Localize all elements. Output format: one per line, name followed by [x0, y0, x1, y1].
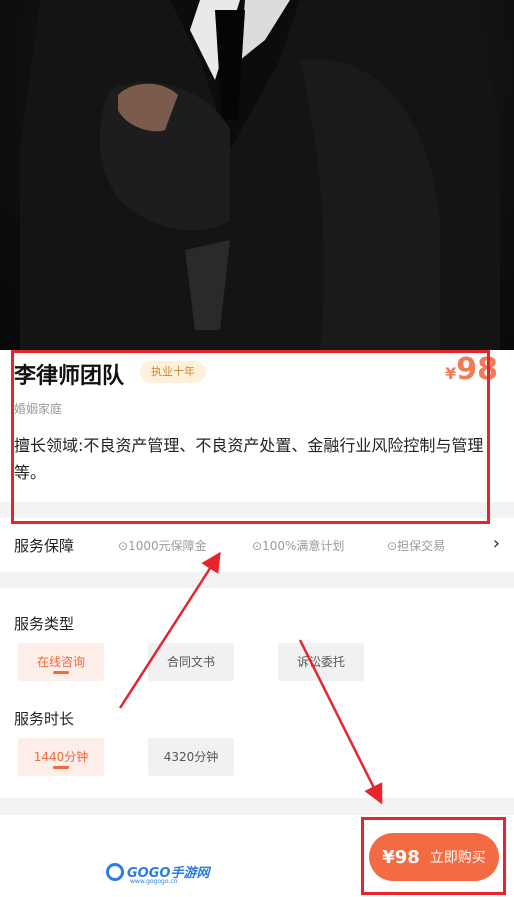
service-type-option[interactable]: 在线咨询: [18, 643, 104, 681]
logo-icon: [106, 862, 124, 881]
buy-price: ¥98: [382, 846, 420, 868]
service-duration-option[interactable]: 4320分钟: [148, 738, 234, 776]
check-circle-icon: ⊙: [252, 539, 263, 553]
guarantee-item: ⊙100%满意计划: [252, 539, 345, 553]
service-type-title: 服务类型: [14, 615, 75, 633]
selected-indicator: [53, 671, 69, 674]
price-currency: ¥: [445, 364, 457, 383]
price: ¥98: [445, 352, 498, 387]
buy-now-button[interactable]: ¥98 立即购买: [369, 833, 499, 881]
watermark-logo: GOGO手游网 www.gogogo.cn: [106, 862, 209, 885]
experience-badge: 执业十年: [140, 361, 206, 383]
suit-illustration: [20, 0, 500, 350]
guarantee-item: ⊙1000元保障金: [118, 539, 207, 553]
lawyer-description: 擅长领域:不良资产管理、不良资产处置、金融行业风险控制与管理等。: [14, 436, 484, 482]
price-value: 98: [456, 352, 498, 387]
check-circle-icon: ⊙: [118, 539, 129, 553]
lawyer-photo: [0, 0, 514, 350]
lawyer-name: 李律师团队: [14, 364, 125, 389]
guarantee-title: 服务保障: [14, 537, 75, 555]
guarantee-item: ⊙担保交易: [387, 539, 446, 553]
selected-indicator: [53, 766, 69, 769]
service-duration-title: 服务时长: [14, 710, 75, 728]
service-duration-option[interactable]: 1440分钟: [18, 738, 104, 776]
service-type-option[interactable]: 合同文书: [148, 643, 234, 681]
service-type-option[interactable]: 诉讼委托: [278, 643, 364, 681]
chevron-right-icon[interactable]: ›: [493, 533, 500, 554]
buy-label: 立即购买: [429, 850, 486, 866]
check-circle-icon: ⊙: [387, 539, 398, 553]
lawyer-category: 婚姻家庭: [14, 402, 63, 416]
